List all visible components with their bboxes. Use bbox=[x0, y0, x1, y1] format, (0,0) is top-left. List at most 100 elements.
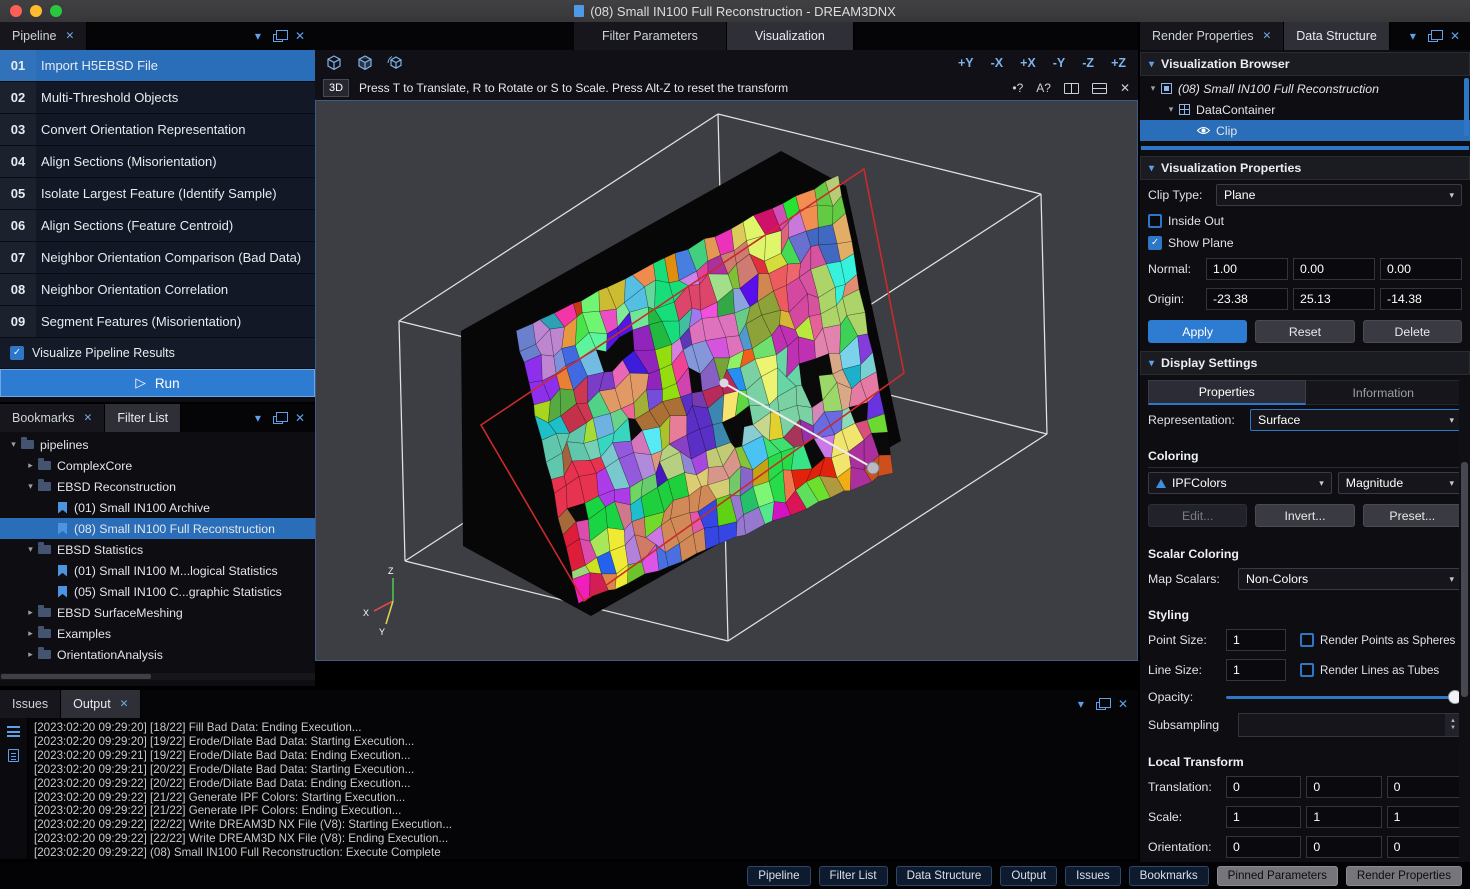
statusbar-toggle-issues[interactable]: Issues bbox=[1065, 866, 1121, 886]
axis-button-plusminus-x[interactable]: +X bbox=[1020, 56, 1036, 70]
opacity-slider[interactable] bbox=[1226, 689, 1462, 705]
point-help-icon[interactable]: •? bbox=[1012, 81, 1023, 95]
undock-icon[interactable] bbox=[273, 34, 283, 42]
edit-colors-button[interactable]: Edit... bbox=[1148, 504, 1247, 527]
browser-item-dataset[interactable]: ▾(08) Small IN100 Full Reconstruction bbox=[1140, 78, 1470, 99]
tab-data-structure[interactable]: Data Structure bbox=[1284, 22, 1390, 50]
browser-item-eye[interactable]: Clip bbox=[1140, 120, 1470, 141]
number-input[interactable]: 1 bbox=[1387, 806, 1462, 828]
number-input[interactable]: 0.00 bbox=[1293, 258, 1375, 280]
number-input[interactable]: 1 bbox=[1226, 806, 1301, 828]
number-input[interactable]: 0.00 bbox=[1380, 258, 1462, 280]
chevron-right-icon[interactable]: ▸ bbox=[23, 628, 38, 639]
axis-button-plusminus-y[interactable]: +Y bbox=[958, 56, 974, 70]
pipeline-step[interactable]: 02Multi-Threshold Objects bbox=[0, 82, 315, 114]
apply-button[interactable]: Apply bbox=[1148, 320, 1247, 343]
tab-bookmarks[interactable]: Bookmarks ✕ bbox=[0, 404, 105, 432]
tab-render-properties[interactable]: Render Properties ✕ bbox=[1140, 22, 1284, 50]
undock-icon[interactable] bbox=[1428, 34, 1438, 42]
axis-button-minus-x[interactable]: -X bbox=[991, 56, 1004, 70]
number-input[interactable]: 0 bbox=[1387, 776, 1462, 798]
axis-button-minus-z[interactable]: -Z bbox=[1082, 56, 1094, 70]
camera-reset-cube-icon[interactable] bbox=[323, 53, 345, 73]
camera-face-cube-icon[interactable] bbox=[354, 53, 376, 73]
tab-display-properties[interactable]: Properties bbox=[1148, 380, 1306, 405]
invert-colors-button[interactable]: Invert... bbox=[1255, 504, 1354, 527]
render-points-spheres-checkbox[interactable] bbox=[1300, 633, 1314, 647]
chevron-down-icon[interactable]: ▾ bbox=[23, 481, 38, 492]
visualization-properties-header[interactable]: ▾ Visualization Properties bbox=[1140, 156, 1470, 180]
subsampling-spinner[interactable]: ▲▼ bbox=[1238, 713, 1462, 737]
close-panel-icon[interactable]: ✕ bbox=[1450, 30, 1460, 42]
browser-hscrollbar[interactable] bbox=[1141, 146, 1469, 150]
pipeline-step[interactable]: 09Segment Features (Misorientation) bbox=[0, 306, 315, 338]
panel-menu-icon[interactable]: ▾ bbox=[255, 412, 261, 424]
number-input[interactable]: 0 bbox=[1226, 776, 1301, 798]
panel-menu-icon[interactable]: ▾ bbox=[1078, 698, 1084, 710]
render-lines-tubes-checkbox[interactable] bbox=[1300, 663, 1314, 677]
tab-issues[interactable]: Issues bbox=[0, 690, 61, 718]
spin-down-icon[interactable]: ▼ bbox=[1450, 725, 1456, 732]
pipeline-step[interactable]: 04Align Sections (Misorientation) bbox=[0, 146, 315, 178]
tree-folder-row[interactable]: ▾pipelines bbox=[0, 434, 315, 455]
close-panel-icon[interactable]: ✕ bbox=[1118, 698, 1128, 710]
tab-display-information[interactable]: Information bbox=[1306, 380, 1463, 405]
statusbar-toggle-bookmarks[interactable]: Bookmarks bbox=[1129, 866, 1209, 886]
close-tab-icon[interactable]: ✕ bbox=[1262, 30, 1271, 42]
tree-folder-row[interactable]: ▸ComplexCore bbox=[0, 455, 315, 476]
scrollbar-thumb[interactable] bbox=[1, 674, 151, 679]
tab-visualization[interactable]: Visualization bbox=[727, 22, 854, 50]
number-input[interactable]: 0 bbox=[1226, 836, 1301, 858]
chevron-down-icon[interactable]: ▾ bbox=[23, 544, 38, 555]
pipeline-step[interactable]: 08Neighbor Orientation Correlation bbox=[0, 274, 315, 306]
tab-filter-list[interactable]: Filter List bbox=[105, 404, 181, 432]
browser-item-container[interactable]: ▾DataContainer bbox=[1140, 99, 1470, 120]
point-size-input[interactable]: 1 bbox=[1226, 629, 1286, 651]
tree-bookmark-row[interactable]: (01) Small IN100 Archive bbox=[0, 497, 315, 518]
tree-bookmark-row[interactable]: (05) Small IN100 C...graphic Statistics bbox=[0, 581, 315, 602]
pipeline-step[interactable]: 05Isolate Largest Feature (Identify Samp… bbox=[0, 178, 315, 210]
close-panel-icon[interactable]: ✕ bbox=[295, 412, 305, 424]
chevron-right-icon[interactable]: ▸ bbox=[23, 607, 38, 618]
tree-bookmark-row[interactable]: (01) Small IN100 M...logical Statistics bbox=[0, 560, 315, 581]
tree-folder-row[interactable]: ▸EBSD SurfaceMeshing bbox=[0, 602, 315, 623]
clip-type-select[interactable]: Plane ▾ bbox=[1216, 184, 1462, 206]
number-input[interactable]: -14.38 bbox=[1380, 288, 1462, 310]
tab-filter-parameters[interactable]: Filter Parameters bbox=[574, 22, 727, 50]
bookmarks-hscrollbar[interactable] bbox=[0, 673, 315, 680]
close-view-icon[interactable]: ✕ bbox=[1120, 81, 1130, 95]
chevron-right-icon[interactable]: ▸ bbox=[23, 460, 38, 471]
panel-menu-icon[interactable]: ▾ bbox=[1410, 30, 1416, 42]
statusbar-toggle-output[interactable]: Output bbox=[1000, 866, 1057, 886]
camera-rotate-cube-icon[interactable] bbox=[385, 53, 407, 73]
tree-folder-row[interactable]: ▸OrientationAnalysis bbox=[0, 644, 315, 665]
tab-pipeline[interactable]: Pipeline ✕ bbox=[0, 22, 87, 50]
undock-icon[interactable] bbox=[273, 416, 283, 424]
pipeline-step[interactable]: 06Align Sections (Feature Centroid) bbox=[0, 210, 315, 242]
representation-select[interactable]: Surface ▾ bbox=[1250, 409, 1462, 431]
axis-button-plusminus-z[interactable]: +Z bbox=[1111, 56, 1126, 70]
close-tab-icon[interactable]: ✕ bbox=[84, 412, 93, 424]
console-log-file-icon[interactable] bbox=[8, 749, 19, 762]
number-input[interactable]: -23.38 bbox=[1206, 288, 1288, 310]
statusbar-toggle-render-properties[interactable]: Render Properties bbox=[1346, 866, 1462, 886]
spin-up-icon[interactable]: ▲ bbox=[1450, 718, 1456, 725]
close-window-button[interactable] bbox=[10, 5, 22, 17]
statusbar-toggle-pipeline[interactable]: Pipeline bbox=[747, 866, 810, 886]
zoom-window-button[interactable] bbox=[50, 5, 62, 17]
number-input[interactable]: 1 bbox=[1306, 806, 1381, 828]
visualize-results-checkbox[interactable]: ✓ bbox=[10, 346, 24, 360]
close-tab-icon[interactable]: ✕ bbox=[120, 698, 129, 710]
split-horizontal-icon[interactable] bbox=[1092, 83, 1107, 94]
undock-icon[interactable] bbox=[1096, 702, 1106, 710]
visualization-browser-header[interactable]: ▾ Visualization Browser bbox=[1140, 52, 1470, 76]
component-select[interactable]: Magnitude ▾ bbox=[1338, 472, 1462, 494]
chevron-down-icon[interactable]: ▾ bbox=[1146, 83, 1160, 94]
browser-vscrollbar[interactable] bbox=[1464, 78, 1469, 136]
run-button[interactable]: ▷ Run bbox=[0, 369, 315, 397]
inside-out-checkbox[interactable] bbox=[1148, 214, 1162, 228]
close-tab-icon[interactable]: ✕ bbox=[65, 30, 74, 42]
chevron-down-icon[interactable]: ▾ bbox=[6, 439, 21, 450]
tab-output[interactable]: Output ✕ bbox=[61, 690, 141, 718]
show-plane-checkbox[interactable]: ✓ bbox=[1148, 236, 1162, 250]
